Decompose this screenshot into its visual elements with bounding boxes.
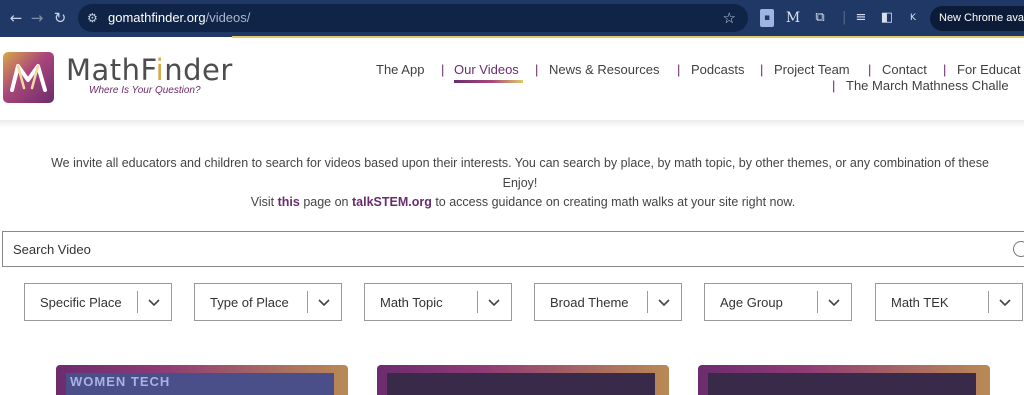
url-domain: gomathfinder.org <box>108 10 206 25</box>
visit-mid: page on <box>299 195 352 209</box>
filter-label: Age Group <box>720 295 783 310</box>
profile-avatar[interactable]: K <box>906 9 920 27</box>
filter-math-topic[interactable]: Math Topic <box>364 283 512 321</box>
brand-accent-letter: i <box>155 53 165 87</box>
nav-our-videos[interactable]: Our Videos <box>454 62 519 77</box>
back-icon[interactable]: ← <box>7 9 25 27</box>
filter-age-group[interactable]: Age Group <box>704 283 852 321</box>
search-video-box <box>2 231 1024 267</box>
brand-suffix: nder <box>164 53 233 87</box>
nav-separator: | <box>535 62 539 77</box>
toolbar-divider: | <box>842 10 847 25</box>
filter-label: Broad Theme <box>550 295 629 310</box>
filter-broad-theme[interactable]: Broad Theme <box>534 283 682 321</box>
filter-divider <box>817 291 818 313</box>
filter-divider <box>307 291 308 313</box>
visit-prefix: Visit <box>250 195 278 209</box>
chrome-update-button[interactable]: New Chrome availa <box>930 6 1024 31</box>
nav-for-educators[interactable]: For Educat <box>957 62 1021 77</box>
nav-separator: | <box>760 62 764 77</box>
browser-toolbar: ← → ↻ ⚙ gomathfinder.org/videos/ ☆ ▪ M ⧉… <box>0 0 1024 37</box>
url-path: /videos/ <box>205 10 251 25</box>
filter-label: Math TEK <box>891 295 949 310</box>
visit-suffix: to access guidance on creating math walk… <box>431 195 796 209</box>
extension-icon[interactable]: ▪ <box>760 9 774 27</box>
chevron-down-icon <box>999 299 1011 307</box>
filter-math-tek[interactable]: Math TEK <box>875 283 1023 321</box>
mathfinder-logo-icon[interactable] <box>3 52 54 103</box>
extensions-puzzle-icon[interactable]: ⧉ <box>812 9 828 27</box>
address-bar[interactable]: ⚙ gomathfinder.org/videos/ ☆ <box>78 4 748 32</box>
chevron-down-icon <box>148 299 160 307</box>
video-card[interactable]: WOMEN TECH <box>56 365 348 395</box>
search-icon[interactable] <box>1013 241 1024 257</box>
filter-label: Type of Place <box>210 295 289 310</box>
nav-march-mathness[interactable]: The March Mathness Challe <box>846 78 1009 93</box>
url-text[interactable]: gomathfinder.org/videos/ <box>108 10 250 26</box>
nav-separator: | <box>832 78 836 93</box>
this-page-link[interactable]: this <box>278 195 300 209</box>
logo-mark-icon <box>10 64 47 92</box>
intro-visit-line: Visit this page on talkSTEM.org to acces… <box>0 195 1024 209</box>
mendeley-extension-icon[interactable]: M <box>785 9 801 27</box>
header-accent-line <box>232 36 1024 38</box>
nav-separator: | <box>441 62 445 77</box>
nav-the-app[interactable]: The App <box>376 62 424 77</box>
nav-news-resources[interactable]: News & Resources <box>549 62 660 77</box>
nav-separator: | <box>868 62 872 77</box>
video-thumbnail <box>387 373 655 395</box>
filter-label: Math Topic <box>380 295 443 310</box>
site-info-icon[interactable]: ⚙ <box>87 10 103 26</box>
filter-label: Specific Place <box>40 295 122 310</box>
nav-separator: | <box>677 62 681 77</box>
bookmark-star-icon[interactable]: ☆ <box>723 9 736 27</box>
nav-contact[interactable]: Contact <box>882 62 927 77</box>
intro-line-1: We invite all educators and children to … <box>51 156 989 170</box>
search-video-input[interactable] <box>13 240 973 258</box>
chevron-down-icon <box>828 299 840 307</box>
filter-type-of-place[interactable]: Type of Place <box>194 283 342 321</box>
nav-separator: | <box>943 62 947 77</box>
brand-prefix: MathF <box>66 53 156 87</box>
video-card[interactable] <box>377 365 669 395</box>
reload-icon[interactable]: ↻ <box>51 9 69 27</box>
chevron-down-icon <box>658 299 670 307</box>
chevron-down-icon <box>488 299 500 307</box>
video-card[interactable] <box>698 365 990 395</box>
side-panel-icon[interactable]: ◧ <box>879 9 895 27</box>
filter-divider <box>137 291 138 313</box>
talkstem-link[interactable]: talkSTEM.org <box>352 195 432 209</box>
reading-list-icon[interactable]: ≡ <box>853 9 869 27</box>
intro-line-2: Enjoy! <box>502 176 538 190</box>
site-tagline: Where Is Your Question? <box>89 85 201 96</box>
filter-specific-place[interactable]: Specific Place <box>24 283 172 321</box>
header-divider <box>0 120 1024 128</box>
filter-divider <box>477 291 478 313</box>
forward-icon[interactable]: → <box>28 9 46 27</box>
filter-divider <box>647 291 648 313</box>
filter-divider <box>988 291 989 313</box>
site-brand[interactable]: MathFinder <box>66 53 233 87</box>
video-thumbnail <box>708 373 976 395</box>
chevron-down-icon <box>318 299 330 307</box>
nav-podcasts[interactable]: Podcasts <box>691 62 744 77</box>
active-nav-underline <box>454 80 523 83</box>
nav-project-team[interactable]: Project Team <box>774 62 850 77</box>
